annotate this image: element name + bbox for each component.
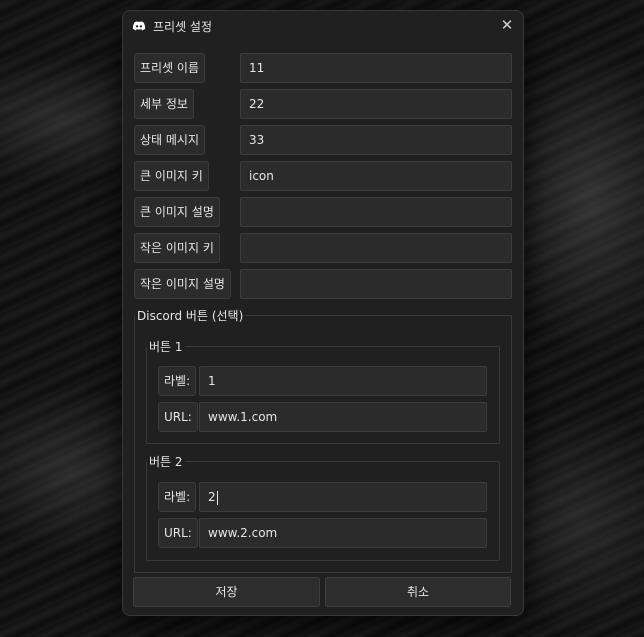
discord-buttons-group-title: Discord 버튼 (선택) — [135, 307, 246, 324]
button1-label-input[interactable]: 1 — [199, 366, 487, 396]
discord-buttons-group: Discord 버튼 (선택) 버튼 1 라벨: 1 URL: www.1.co… — [134, 307, 512, 573]
button2-label-caption: 라벨: — [158, 482, 197, 512]
button1-group: 버튼 1 라벨: 1 URL: www.1.com — [146, 338, 500, 444]
close-icon: ✕ — [500, 16, 514, 34]
small-image-key-label: 작은 이미지 키 — [134, 233, 220, 263]
button2-url-input[interactable]: www.2.com — [199, 518, 487, 548]
button2-group: 버튼 2 라벨: 2 URL: www.2.com — [146, 453, 500, 561]
button2-label-value: 2 — [208, 490, 216, 504]
button2-group-title: 버튼 2 — [147, 453, 185, 470]
button1-url-input[interactable]: www.1.com — [199, 402, 487, 432]
state-input[interactable]: 33 — [240, 125, 512, 155]
button1-label-caption: 라벨: — [158, 366, 197, 396]
details-input[interactable]: 22 — [240, 89, 512, 119]
small-image-key-input[interactable] — [240, 233, 512, 263]
preset-name-label: 프리셋 이름 — [134, 53, 206, 83]
large-image-text-label: 큰 이미지 설명 — [134, 197, 220, 227]
large-image-key-input[interactable]: icon — [240, 161, 512, 191]
cancel-button[interactable]: 취소 — [325, 577, 511, 607]
save-button[interactable]: 저장 — [133, 577, 320, 607]
state-label: 상태 메시지 — [134, 125, 206, 155]
preset-name-input[interactable]: 11 — [240, 53, 512, 83]
button1-group-title: 버튼 1 — [147, 338, 185, 355]
large-image-key-label: 큰 이미지 키 — [134, 161, 209, 191]
button2-url-caption: URL: — [158, 518, 198, 548]
details-label: 세부 정보 — [134, 89, 194, 119]
window-title: 프리셋 설정 — [153, 20, 213, 34]
small-image-text-label: 작은 이미지 설명 — [134, 269, 231, 299]
small-image-text-input[interactable] — [240, 269, 512, 299]
button1-url-caption: URL: — [158, 402, 198, 432]
discord-icon — [132, 21, 146, 31]
button2-label-input[interactable]: 2 — [199, 482, 487, 512]
text-caret — [216, 490, 218, 505]
title-bar: 프리셋 설정 ✕ — [123, 11, 523, 41]
close-button[interactable]: ✕ — [491, 11, 523, 41]
preset-settings-window: 프리셋 설정 ✕ 프리셋 이름 11 세부 정보 22 상태 메시지 33 큰 … — [122, 10, 524, 616]
large-image-text-input[interactable] — [240, 197, 512, 227]
